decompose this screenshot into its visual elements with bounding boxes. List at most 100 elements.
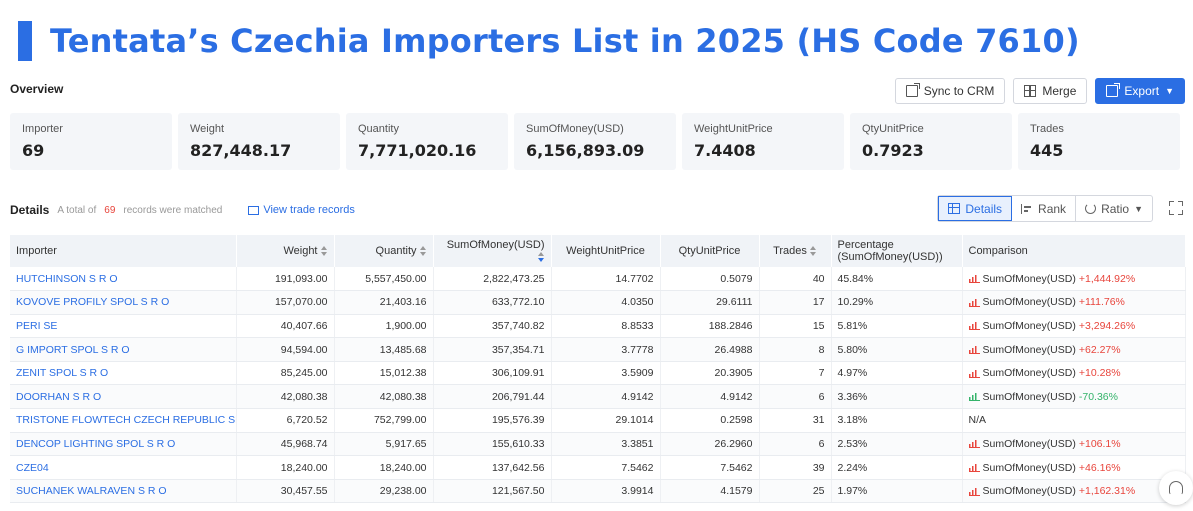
qty-unit-price-cell: 0.2598: [660, 408, 760, 433]
comparison-cell: SumOfMoney(USD) +46.16%: [962, 455, 1186, 480]
comparison-cell: SumOfMoney(USD) -70.36%: [962, 384, 1186, 410]
tab-details[interactable]: Details: [938, 196, 1013, 221]
stat-label: Trades: [1030, 123, 1064, 135]
quantity-cell: 18,240.00: [334, 455, 434, 480]
overview-label: Overview: [10, 82, 64, 96]
col-header-qty-unit-price: QtyUnitPrice: [660, 235, 760, 267]
importer-link[interactable]: KOVOVE PROFILY SPOL S R O: [16, 296, 169, 308]
importer-link[interactable]: CZE04: [16, 462, 49, 474]
importer-link[interactable]: TRISTONE FLOWTECH CZECH REPUBLIC SRO: [16, 414, 235, 426]
col-header-sum[interactable]: SumOfMoney(USD): [433, 235, 552, 267]
weight-cell: 191,093.00: [236, 267, 335, 292]
weight-unit-price-cell: 3.9914: [551, 479, 661, 504]
export-button[interactable]: Export ▼: [1095, 78, 1185, 104]
weight-cell: 30,457.55: [236, 479, 335, 504]
table-row: G IMPORT SPOL S R O 94,594.00 13,485.68 357…: [10, 337, 1186, 362]
weight-unit-price-cell: 4.0350: [551, 290, 661, 315]
stat-label: Weight: [190, 123, 225, 135]
quantity-cell: 21,403.16: [334, 290, 434, 315]
weight-cell: 85,245.00: [236, 361, 335, 386]
comparison-cell: SumOfMoney(USD) +106.1%: [962, 432, 1186, 457]
table-row: TRISTONE FLOWTECH CZECH REPUBLIC SRO 6,72…: [10, 408, 1186, 433]
comparison-value: +46.16%: [1078, 461, 1121, 474]
trend-chart-icon: [968, 345, 980, 355]
trend-chart-icon: [968, 439, 980, 449]
weight-unit-price-cell: 29.1014: [551, 408, 661, 433]
importer-link[interactable]: DENCOP LIGHTING SPOL S R O: [16, 438, 175, 450]
importer-link[interactable]: DOORHAN S R O: [16, 391, 101, 403]
trend-chart-icon: [968, 274, 980, 284]
comparison-cell: SumOfMoney(USD) +10.28%: [962, 361, 1186, 386]
comparison-label: SumOfMoney(USD): [982, 485, 1076, 498]
comparison-value: +106.1%: [1078, 437, 1121, 450]
percentage-cell: 1.97%: [831, 479, 963, 504]
tab-ratio[interactable]: Ratio ▼: [1076, 196, 1152, 221]
trades-cell: 7: [759, 361, 832, 386]
table-row: ZENIT SPOL S R O 85,245.00 15,012.38 306,10…: [10, 361, 1186, 386]
importer-link[interactable]: SUCHANEK WALRAVEN S R O: [16, 485, 167, 497]
col-header-weight[interactable]: Weight: [236, 235, 335, 267]
percentage-cell: 4.97%: [831, 361, 963, 386]
comparison-label: SumOfMoney(USD): [982, 319, 1076, 332]
comparison-label: SumOfMoney(USD): [982, 296, 1076, 309]
weight-unit-price-cell: 3.5909: [551, 361, 661, 386]
match-prefix: A total of: [57, 204, 97, 216]
tab-ratio-label: Ratio: [1101, 201, 1130, 216]
weight-unit-price-cell: 7.5462: [551, 455, 661, 480]
comparison-value: +62.27%: [1078, 343, 1121, 356]
table-row: DOORHAN S R O 42,080.38 42,080.38 206,791.4…: [10, 384, 1186, 410]
importer-link[interactable]: G IMPORT SPOL S R O: [16, 344, 130, 356]
importer-link[interactable]: PERI SE: [16, 320, 57, 332]
ratio-icon: [1085, 203, 1097, 214]
sum-cell: 2,822,473.25: [433, 267, 552, 292]
col-header-comparison: Comparison: [962, 235, 1186, 267]
trades-cell: 25: [759, 479, 832, 504]
sum-cell: 357,354.71: [433, 337, 552, 362]
trades-cell: 8: [759, 337, 832, 362]
weight-unit-price-cell: 3.7778: [551, 337, 661, 362]
sum-cell: 155,610.33: [433, 432, 552, 457]
comparison-label: SumOfMoney(USD): [982, 390, 1076, 403]
importer-link[interactable]: ZENIT SPOL S R O: [16, 367, 108, 379]
comparison-cell: SumOfMoney(USD) +62.27%: [962, 337, 1186, 362]
chevron-down-icon: ▼: [1165, 86, 1174, 96]
col-header-quantity[interactable]: Quantity: [334, 235, 434, 267]
col-header-trades[interactable]: Trades: [759, 235, 832, 267]
help-float-button[interactable]: [1159, 471, 1193, 505]
trend-chart-icon: [968, 486, 980, 496]
percentage-cell: 3.36%: [831, 384, 963, 410]
page-title: Tentata’s Czechia Importers List in 2025…: [50, 22, 1080, 60]
qty-unit-price-cell: 188.2846: [660, 314, 760, 339]
trades-cell: 40: [759, 267, 832, 292]
comparison-value: +111.76%: [1078, 296, 1125, 309]
sort-icon[interactable]: [419, 246, 427, 257]
export-icon: [1106, 83, 1121, 97]
trades-cell: 6: [759, 432, 832, 457]
external-link-icon: [905, 83, 920, 97]
comparison-label: N/A: [968, 414, 987, 427]
percentage-cell: 3.18%: [831, 408, 963, 433]
percentage-cell: 45.84%: [831, 267, 963, 292]
sort-icon[interactable]: [320, 246, 328, 257]
importer-link[interactable]: HUTCHINSON S R O: [16, 273, 118, 285]
tab-rank[interactable]: Rank: [1012, 196, 1077, 221]
sort-icon[interactable]: [809, 246, 817, 257]
qty-unit-price-cell: 26.4988: [660, 337, 760, 362]
merge-button[interactable]: Merge: [1013, 78, 1088, 104]
quantity-cell: 15,012.38: [334, 361, 434, 386]
view-trade-records-label: View trade records: [263, 204, 355, 216]
comparison-value: +3,294.26%: [1078, 319, 1136, 332]
trend-chart-icon: [968, 297, 980, 307]
stat-label: QtyUnitPrice: [862, 123, 924, 135]
sum-cell: 357,740.82: [433, 314, 552, 339]
quantity-cell: 13,485.68: [334, 337, 434, 362]
percentage-cell: 5.80%: [831, 337, 963, 362]
sum-cell: 121,567.50: [433, 479, 552, 504]
view-trade-records-link[interactable]: View trade records: [248, 204, 355, 216]
fullscreen-icon[interactable]: [1169, 201, 1183, 215]
sort-icon[interactable]: [537, 252, 545, 263]
sync-to-crm-button[interactable]: Sync to CRM: [894, 78, 1006, 104]
stat-value: 6,156,893.09: [526, 141, 645, 160]
quantity-cell: 42,080.38: [334, 384, 434, 410]
qty-unit-price-cell: 20.3905: [660, 361, 760, 386]
